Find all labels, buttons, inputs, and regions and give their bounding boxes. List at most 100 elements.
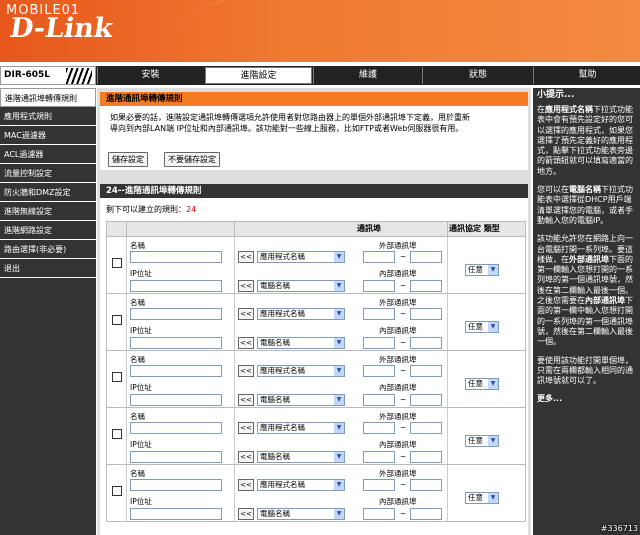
external-port-start-input[interactable] <box>363 251 395 263</box>
computer-select[interactable]: 電腦名稱 ▼ <box>257 508 345 520</box>
rule-name-input[interactable] <box>130 308 222 320</box>
sidebar-item-acl-filter[interactable]: ACL過濾器 <box>0 145 96 164</box>
computer-select[interactable]: 電腦名稱 ▼ <box>257 451 345 463</box>
protocol-select[interactable]: 任意 ▼ <box>465 378 499 390</box>
rule-name-input[interactable] <box>130 251 222 263</box>
external-port-end-input[interactable] <box>410 308 442 320</box>
internal-port-start-input[interactable] <box>363 337 395 349</box>
tab-setup[interactable]: 安裝 <box>97 67 203 84</box>
computer-select[interactable]: 電腦名稱 ▼ <box>257 280 345 292</box>
computer-select[interactable]: 電腦名稱 ▼ <box>257 337 345 349</box>
chevron-down-icon: ▼ <box>488 493 498 503</box>
fill-app-button[interactable]: << <box>238 251 254 263</box>
external-port-start-input[interactable] <box>363 308 395 320</box>
rule-name-input[interactable] <box>130 422 222 434</box>
chevron-down-icon: ▼ <box>334 423 344 433</box>
fill-app-button[interactable]: << <box>238 422 254 434</box>
rule-enable-checkbox[interactable] <box>112 315 122 325</box>
ip-address-input[interactable] <box>130 394 222 406</box>
internal-port-end-input[interactable] <box>410 337 442 349</box>
sidebar-item-logout[interactable]: 退出 <box>0 259 96 278</box>
application-select[interactable]: 應用程式名稱 ▼ <box>257 479 345 491</box>
application-select[interactable]: 應用程式名稱 ▼ <box>257 251 345 263</box>
fill-app-button[interactable]: << <box>238 365 254 377</box>
sidebar-item-firewall-dmz[interactable]: 防火牆和DMZ設定 <box>0 183 96 202</box>
external-port-end-input[interactable] <box>410 422 442 434</box>
watermark: #336713 <box>600 524 638 533</box>
sidebar-item-mac-filter[interactable]: MAC過濾器 <box>0 126 96 145</box>
tab-status[interactable]: 狀態 <box>422 67 533 84</box>
protocol-select[interactable]: 任意 ▼ <box>465 435 499 447</box>
dont-save-button[interactable]: 不要儲存設定 <box>164 152 220 167</box>
external-port-end-input[interactable] <box>410 365 442 377</box>
external-port-label: 外部通訊埠 <box>379 355 417 364</box>
protocol-select[interactable]: 任意 ▼ <box>465 321 499 333</box>
ip-address-input[interactable] <box>130 508 222 520</box>
rule-enable-checkbox[interactable] <box>112 429 122 439</box>
sidebar-item-application-rules[interactable]: 應用程式規則 <box>0 107 96 126</box>
sidebar-item-advanced-wireless[interactable]: 進階無線設定 <box>0 202 96 221</box>
computer-select-value: 電腦名稱 <box>260 509 290 518</box>
external-port-label: 外部通訊埠 <box>379 241 417 250</box>
sidebar-item-routing[interactable]: 路由選擇(非必要) <box>0 240 96 259</box>
internal-port-end-input[interactable] <box>410 451 442 463</box>
sidebar-item-port-forwarding[interactable]: 進階通訊埠轉傳規則 <box>0 88 96 107</box>
protocol-select[interactable]: 任意 ▼ <box>465 264 499 276</box>
fill-pc-button[interactable]: << <box>238 280 254 292</box>
internal-port-end-input[interactable] <box>410 394 442 406</box>
name-label: 名稱 <box>130 469 145 478</box>
fill-pc-button[interactable]: << <box>238 394 254 406</box>
column-divider <box>126 222 127 236</box>
fill-pc-button[interactable]: << <box>238 451 254 463</box>
rule-enable-checkbox[interactable] <box>112 258 122 268</box>
external-port-start-input[interactable] <box>363 422 395 434</box>
protocol-select[interactable]: 任意 ▼ <box>465 492 499 504</box>
protocol-select-value: 任意 <box>468 436 483 445</box>
internal-port-start-input[interactable] <box>363 508 395 520</box>
range-tilde: ~ <box>400 281 407 290</box>
fill-pc-button[interactable]: << <box>238 508 254 520</box>
internal-port-end-input[interactable] <box>410 508 442 520</box>
rule-name-input[interactable] <box>130 479 222 491</box>
internal-port-label: 內部通訊埠 <box>379 383 417 392</box>
stripes-decoration <box>66 68 92 84</box>
fill-app-button[interactable]: << <box>238 479 254 491</box>
help-paragraph-1: 在應用程式名稱下拉式功能表中會有預先設定好的您可以選擇的應用程式，如果您選擇了預… <box>533 105 640 177</box>
save-settings-button[interactable]: 儲存設定 <box>108 152 148 167</box>
banner-decoration <box>170 0 640 62</box>
ip-address-input[interactable] <box>130 337 222 349</box>
external-port-end-input[interactable] <box>410 251 442 263</box>
ip-address-input[interactable] <box>130 280 222 292</box>
tab-help[interactable]: 幫助 <box>533 67 640 84</box>
rule-enable-checkbox[interactable] <box>112 486 122 496</box>
table-row: 名稱 IP位址 << 應用程式名稱 ▼ << 電腦名稱 ▼ 外部通訊埠 ~ 內部通訊… <box>106 294 526 351</box>
protocol-select-value: 任意 <box>468 322 483 331</box>
external-port-end-input[interactable] <box>410 479 442 491</box>
application-select[interactable]: 應用程式名稱 ▼ <box>257 365 345 377</box>
internal-port-start-input[interactable] <box>363 394 395 406</box>
more-link[interactable]: 更多... <box>533 394 640 404</box>
ip-address-input[interactable] <box>130 451 222 463</box>
sidebar-item-advanced-network[interactable]: 進階網路設定 <box>0 221 96 240</box>
tab-maintenance[interactable]: 維護 <box>313 67 422 84</box>
column-divider <box>126 408 127 464</box>
sidebar-item-traffic-control[interactable]: 流量控制設定 <box>0 164 96 183</box>
computer-select[interactable]: 電腦名稱 ▼ <box>257 394 345 406</box>
remaining-rules: 剩下可以建立的規則：24 <box>106 204 196 215</box>
help-title: 小提示... <box>537 90 575 100</box>
application-select[interactable]: 應用程式名稱 ▼ <box>257 308 345 320</box>
fill-pc-button[interactable]: << <box>238 337 254 349</box>
application-select-value: 應用程式名稱 <box>260 423 305 432</box>
fill-app-button[interactable]: << <box>238 308 254 320</box>
sidebar: 進階通訊埠轉傳規則 應用程式規則 MAC過濾器 ACL過濾器 流量控制設定 防火… <box>0 88 96 535</box>
range-tilde: ~ <box>400 452 407 461</box>
rule-enable-checkbox[interactable] <box>112 372 122 382</box>
application-select[interactable]: 應用程式名稱 ▼ <box>257 422 345 434</box>
internal-port-start-input[interactable] <box>363 280 395 292</box>
external-port-start-input[interactable] <box>363 479 395 491</box>
rule-name-input[interactable] <box>130 365 222 377</box>
internal-port-start-input[interactable] <box>363 451 395 463</box>
external-port-start-input[interactable] <box>363 365 395 377</box>
tab-advanced[interactable]: 進階設定 <box>205 67 312 84</box>
internal-port-end-input[interactable] <box>410 280 442 292</box>
